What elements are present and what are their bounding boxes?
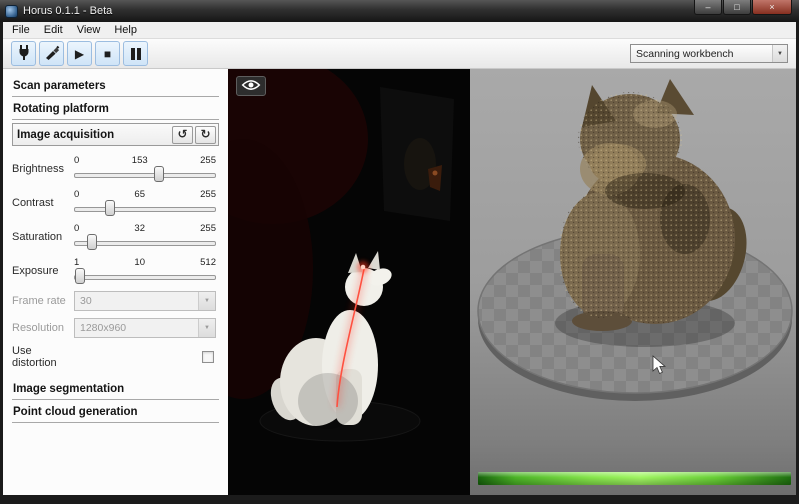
settings-panel: Scan parameters Rotating platform Image … bbox=[3, 69, 228, 495]
menubar: File Edit View Help bbox=[3, 22, 796, 39]
resolution-select: 1280x960 ▼ bbox=[74, 318, 216, 338]
stop-icon: ■ bbox=[104, 48, 111, 60]
section-rotating-platform[interactable]: Rotating platform bbox=[12, 99, 219, 120]
connect-button[interactable] bbox=[11, 41, 36, 66]
app-window: Horus 0.1.1 - Beta – □ × File Edit View … bbox=[0, 0, 799, 504]
stop-button[interactable]: ■ bbox=[95, 41, 120, 66]
3d-viewport[interactable] bbox=[470, 69, 796, 495]
frame-rate-select: 30 ▼ bbox=[74, 291, 216, 311]
saturation-slider[interactable] bbox=[74, 234, 216, 250]
exposure-slider[interactable] bbox=[74, 268, 216, 284]
exposure-control: Exposure 1 10 512 bbox=[12, 257, 219, 284]
slider-thumb[interactable] bbox=[87, 234, 97, 250]
slider-thumb[interactable] bbox=[154, 166, 164, 182]
tool-icon bbox=[44, 44, 60, 63]
image-acquisition-controls: Brightness 0 153 255 Contrast bbox=[12, 148, 219, 379]
section-image-segmentation[interactable]: Image segmentation bbox=[12, 379, 219, 400]
slider-thumb[interactable] bbox=[75, 268, 85, 284]
slider-min: 1 bbox=[74, 257, 79, 268]
undo-button[interactable]: ↺ bbox=[172, 126, 193, 144]
use-distortion-checkbox[interactable] bbox=[202, 351, 214, 363]
slider-thumb[interactable] bbox=[105, 200, 115, 216]
slider-label: Exposure bbox=[12, 265, 74, 277]
dropdown-label: Resolution bbox=[12, 322, 74, 334]
section-image-acquisition[interactable]: Image acquisition ↺ ↻ bbox=[12, 123, 219, 146]
slider-min: 0 bbox=[74, 189, 79, 200]
window-title: Horus 0.1.1 - Beta bbox=[23, 5, 689, 17]
slider-max: 512 bbox=[200, 257, 216, 268]
plug-icon bbox=[16, 44, 32, 63]
brightness-control: Brightness 0 153 255 bbox=[12, 155, 219, 182]
slider-max: 255 bbox=[200, 155, 216, 166]
minimize-button[interactable]: – bbox=[694, 0, 722, 15]
title-bar[interactable]: Horus 0.1.1 - Beta – □ × bbox=[0, 0, 799, 22]
chevron-down-icon: ▼ bbox=[772, 45, 787, 62]
slider-value: 153 bbox=[132, 155, 148, 166]
scanned-model-illustration bbox=[470, 69, 796, 495]
mouse-cursor bbox=[652, 355, 666, 380]
brightness-slider[interactable] bbox=[74, 166, 216, 182]
app-icon bbox=[5, 5, 18, 18]
dropdown-label: Frame rate bbox=[12, 295, 74, 307]
use-distortion-control: Use distortion bbox=[12, 345, 219, 369]
contrast-control: Contrast 0 65 255 bbox=[12, 189, 219, 216]
slider-value: 32 bbox=[134, 223, 145, 234]
section-point-cloud-generation[interactable]: Point cloud generation bbox=[12, 402, 219, 423]
workbench-select-value: Scanning workbench bbox=[636, 48, 733, 60]
camera-feed-panel bbox=[228, 69, 470, 495]
section-label: Scan parameters bbox=[13, 80, 106, 92]
slider-label: Contrast bbox=[12, 197, 74, 209]
menu-item-edit[interactable]: Edit bbox=[37, 23, 70, 37]
slider-max: 255 bbox=[200, 223, 216, 234]
close-button[interactable]: × bbox=[752, 0, 792, 15]
slider-min: 0 bbox=[74, 155, 79, 166]
pause-icon bbox=[130, 48, 142, 60]
frame-rate-value: 30 bbox=[75, 295, 198, 307]
play-button[interactable]: ▶ bbox=[67, 41, 92, 66]
slider-value: 10 bbox=[134, 257, 145, 268]
section-label: Rotating platform bbox=[13, 103, 109, 115]
chevron-down-icon: ▼ bbox=[198, 292, 215, 310]
menu-item-help[interactable]: Help bbox=[107, 23, 144, 37]
preferences-button[interactable] bbox=[39, 41, 64, 66]
toggle-preview-button[interactable] bbox=[236, 76, 266, 96]
restore-default-button[interactable]: ↻ bbox=[195, 126, 216, 144]
main-area: Scan parameters Rotating platform Image … bbox=[3, 69, 796, 495]
slider-min: 0 bbox=[74, 223, 79, 234]
resolution-control: Resolution 1280x960 ▼ bbox=[12, 318, 219, 338]
frame-rate-control: Frame rate 30 ▼ bbox=[12, 291, 219, 311]
section-label: Image segmentation bbox=[13, 383, 124, 395]
checkbox-label: Use distortion bbox=[12, 345, 74, 369]
window-controls: – □ × bbox=[694, 0, 792, 15]
menu-item-view[interactable]: View bbox=[70, 23, 108, 37]
slider-label: Brightness bbox=[12, 163, 74, 175]
undo-icon: ↺ bbox=[177, 127, 187, 141]
slider-max: 255 bbox=[200, 189, 216, 200]
eye-icon bbox=[241, 79, 261, 94]
chevron-down-icon: ▼ bbox=[198, 319, 215, 337]
maximize-button[interactable]: □ bbox=[723, 0, 751, 15]
workbench-select[interactable]: Scanning workbench ▼ bbox=[630, 44, 788, 63]
contrast-slider[interactable] bbox=[74, 200, 216, 216]
section-label: Image acquisition bbox=[17, 129, 114, 141]
slider-label: Saturation bbox=[12, 231, 74, 243]
section-label: Point cloud generation bbox=[13, 406, 138, 418]
play-icon: ▶ bbox=[75, 48, 84, 60]
saturation-control: Saturation 0 32 255 bbox=[12, 223, 219, 250]
scan-progress-bar bbox=[478, 472, 791, 485]
resolution-value: 1280x960 bbox=[75, 322, 198, 334]
menu-item-file[interactable]: File bbox=[5, 23, 37, 37]
pause-button[interactable] bbox=[123, 41, 148, 66]
redo-icon: ↻ bbox=[200, 127, 210, 141]
toolbar: ▶ ■ Scanning workbench ▼ bbox=[3, 39, 796, 69]
slider-value: 65 bbox=[134, 189, 145, 200]
section-header-buttons: ↺ ↻ bbox=[172, 126, 216, 144]
camera-feed-illustration bbox=[228, 69, 470, 495]
section-scan-parameters[interactable]: Scan parameters bbox=[12, 76, 219, 97]
